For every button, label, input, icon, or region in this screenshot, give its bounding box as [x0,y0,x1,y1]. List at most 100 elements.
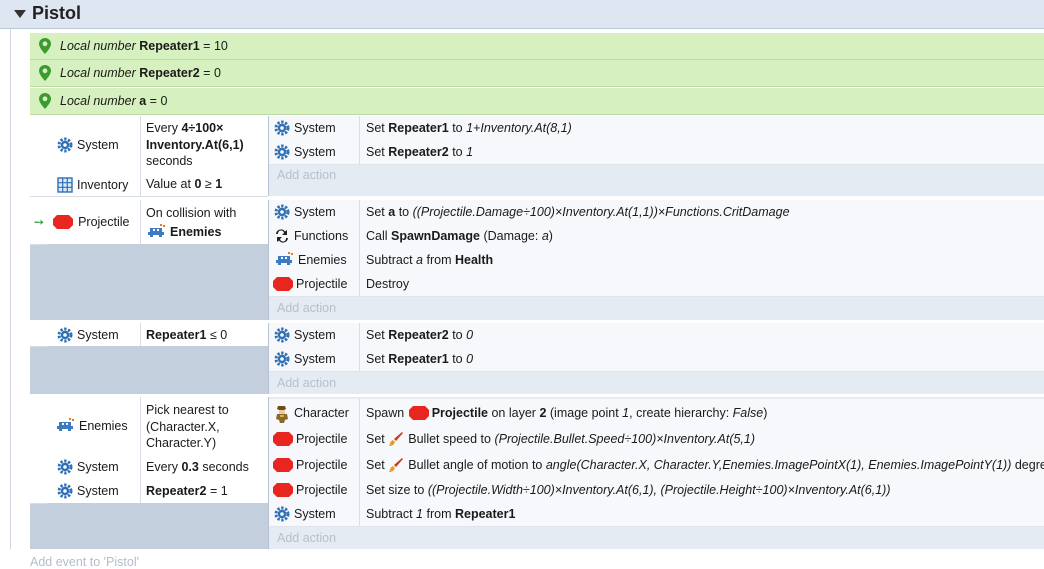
add-event-link[interactable]: Add event to 'Pistol' [30,555,139,569]
condition-row[interactable]: Enemies Pick nearest to (Character.X, Ch… [30,397,268,456]
arrow-right-icon: ➙ [34,215,45,229]
condition-row[interactable]: System Every 4÷100× Inventory.At(6,1) se… [30,116,268,174]
condition-text: Every 0.3 seconds [146,460,249,474]
condition-text: On collision with Enemies [146,206,237,240]
action-row[interactable]: System Set Repeater2 to 0 [269,323,1044,348]
action-text: Set size to ((Projectile.Width÷100)×Inve… [366,483,891,497]
invader-icon [146,223,166,240]
red-blob-icon [408,405,430,421]
action-text: Set Bullet speed to (Projectile.Bullet.S… [366,431,756,447]
action-row[interactable]: Character Spawn Projectile on layer 2 (i… [269,399,1044,427]
action-row[interactable]: Projectile Set size to ((Projectile.Widt… [269,478,1044,503]
action-text: Set a to ((Projectile.Damage÷100)×Invent… [366,205,790,219]
gear-icon [274,144,290,160]
action-row[interactable]: System Set Repeater1 to 0 [269,347,1044,372]
condition-padding [47,346,268,394]
condition-text: Pick nearest to (Character.X, Character.… [146,403,229,450]
condition-object: Enemies [30,397,141,455]
condition-text: Value at 0 ≥ 1 [146,177,223,191]
condition-text: Every 4÷100× Inventory.At(6,1) seconds [146,121,244,168]
local-variable-text: Local number Repeater2 = 0 [60,66,221,80]
pin-icon [39,38,51,57]
actions-column: System Set Repeater1 to 1+Inventory.At(8… [268,116,1044,196]
condition-row[interactable]: System Repeater1 ≤ 0 [30,323,268,347]
condition-row[interactable]: ➙ Projectile On collision with Enemies [30,200,268,245]
grid-icon [57,176,73,193]
gear-icon [57,459,73,475]
action-row[interactable]: System Set Repeater2 to 1 [269,140,1044,165]
add-action-link[interactable]: Add action [277,376,336,390]
red-blob-icon [52,214,74,230]
gear-icon [57,327,73,343]
red-blob-icon [272,431,294,447]
red-blob-icon [272,482,294,498]
action-text: Set Repeater2 to 0 [366,328,474,342]
gear-icon [274,204,290,220]
triangle-down-icon[interactable] [14,10,26,18]
invader-icon [274,252,294,268]
action-text: Call SpawnDamage (Damage: a) [366,229,553,243]
gear-icon [274,120,290,136]
action-row[interactable]: System Set a to ((Projectile.Damage÷100)… [269,200,1044,225]
condition-text: Repeater2 = 1 [146,484,228,498]
character-icon [274,405,290,423]
condition-object: System [30,455,141,479]
action-text: Set Bullet angle of motion to angle(Char… [366,457,1044,473]
condition-padding [47,244,268,320]
event-block[interactable]: System Every 4÷100× Inventory.At(6,1) se… [30,116,1044,197]
event-block[interactable]: Enemies Pick nearest to (Character.X, Ch… [30,397,1044,549]
red-blob-icon [272,457,294,473]
invader-icon [55,418,75,434]
local-variable-row[interactable]: Local number Repeater1 = 10 [30,33,1044,60]
gear-icon [274,506,290,522]
condition-object: System [30,323,141,346]
pin-icon [39,65,51,84]
actions-column: Character Spawn Projectile on layer 2 (i… [268,397,1044,549]
add-action-link[interactable]: Add action [277,531,336,545]
condition-text: Repeater1 ≤ 0 [146,328,228,342]
local-variable-text: Local number Repeater1 = 10 [60,39,228,53]
gear-icon [274,327,290,343]
condition-row[interactable]: System Every 0.3 seconds [30,455,268,480]
add-action-link[interactable]: Add action [277,168,336,182]
action-row[interactable]: System Set Repeater1 to 1+Inventory.At(8… [269,116,1044,141]
actions-column: System Set Repeater2 to 0 System Set Rep… [268,323,1044,394]
condition-row[interactable]: System Repeater2 = 1 [30,479,268,504]
condition-object: System [30,116,141,173]
local-variable-row[interactable]: Local number a = 0 [30,88,1044,115]
event-block[interactable]: ➙ Projectile On collision with Enemies S… [30,200,1044,320]
actions-column: System Set a to ((Projectile.Damage÷100)… [268,200,1044,320]
action-row[interactable]: Enemies Subtract a from Health [269,248,1044,273]
action-text: Set Repeater1 to 0 [366,352,474,366]
gear-icon [57,137,73,153]
brush-icon [388,457,404,473]
action-text: Spawn Projectile on layer 2 (image point… [366,405,768,421]
local-variable-text: Local number a = 0 [60,94,168,108]
pin-icon [39,93,51,112]
action-row[interactable]: Projectile Set Bullet angle of motion to… [269,452,1044,479]
local-variable-row[interactable]: Local number Repeater2 = 0 [30,60,1044,87]
group-header[interactable]: Pistol [0,0,1044,29]
action-text: Subtract a from Health [366,253,494,267]
action-text: Subtract 1 from Repeater1 [366,507,516,521]
condition-object: ➙ Projectile [30,200,141,244]
add-action-link[interactable]: Add action [277,301,336,315]
group-outline [10,29,11,549]
event-block[interactable]: System Repeater1 ≤ 0 System Set Repeater… [30,323,1044,394]
condition-object: System [30,479,141,503]
action-row[interactable]: Functions Call SpawnDamage (Damage: a) [269,224,1044,249]
red-blob-icon [272,276,294,292]
condition-row[interactable]: Inventory Value at 0 ≥ 1 [30,173,268,197]
action-text: Set Repeater1 to 1+Inventory.At(8,1) [366,121,572,135]
action-row[interactable]: System Subtract 1 from Repeater1 [269,502,1044,527]
gear-icon [274,351,290,367]
group-title: Pistol [32,3,82,23]
action-text: Set Repeater2 to 1 [366,145,474,159]
gear-icon [57,483,73,499]
arrows-icon [274,228,290,244]
condition-padding [47,503,268,549]
action-text: Destroy [366,277,410,291]
action-row[interactable]: Projectile Destroy [269,272,1044,297]
brush-icon [388,431,404,447]
action-row[interactable]: Projectile Set Bullet speed to (Projecti… [269,426,1044,453]
